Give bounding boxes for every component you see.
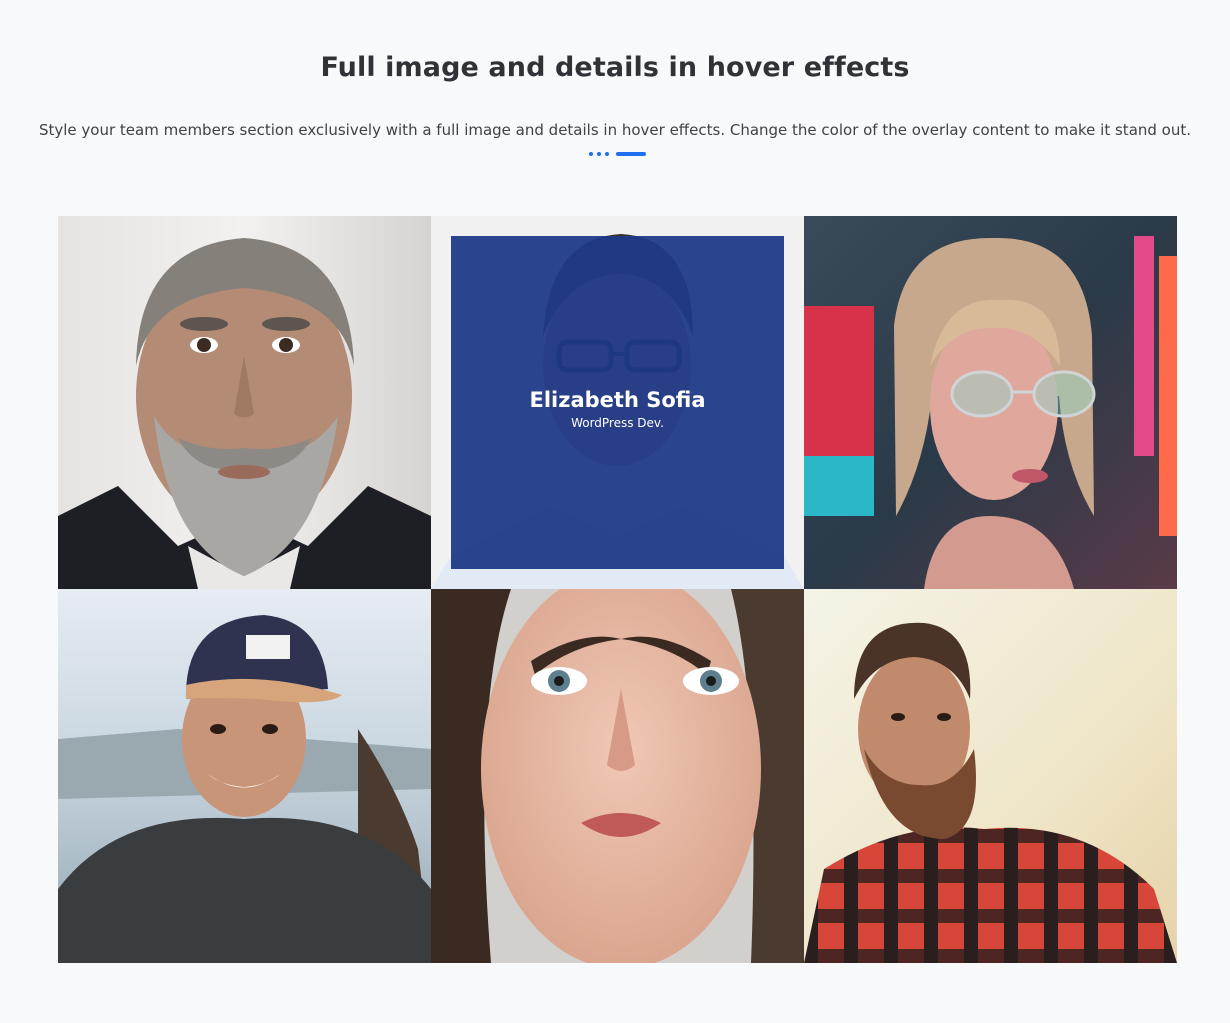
divider-dot [597,151,601,156]
member-hover-overlay[interactable]: Elizabeth Sofia WordPress Dev. [451,236,784,569]
smiling-man-with-cap-portrait [58,589,431,963]
divider-dot [589,151,593,156]
bearded-man-plaid-shirt-portrait [804,589,1177,963]
team-member-card[interactable] [804,589,1177,963]
team-member-card[interactable]: Elizabeth Sofia WordPress Dev. [431,216,804,589]
team-member-card[interactable] [804,216,1177,589]
member-name: Elizabeth Sofia [529,387,706,412]
team-member-card[interactable] [431,589,804,963]
section-title: Full image and details in hover effects [320,52,910,83]
section-subtitle: Style your team members section exclusiv… [38,121,1192,139]
team-member-card[interactable] [58,216,431,589]
bearded-man-portrait [58,216,431,589]
member-role: WordPress Dev. [571,416,664,431]
divider-dot [605,151,609,156]
divider-bar [616,151,646,156]
team-grid: Elizabeth Sofia WordPress Dev. [58,216,1177,963]
title-divider [589,151,646,156]
woman-with-glasses-neon-portrait [804,216,1177,589]
team-section: Full image and details in hover effects … [0,0,1230,1023]
team-member-card[interactable] [58,589,431,963]
freckled-woman-portrait [431,589,804,963]
